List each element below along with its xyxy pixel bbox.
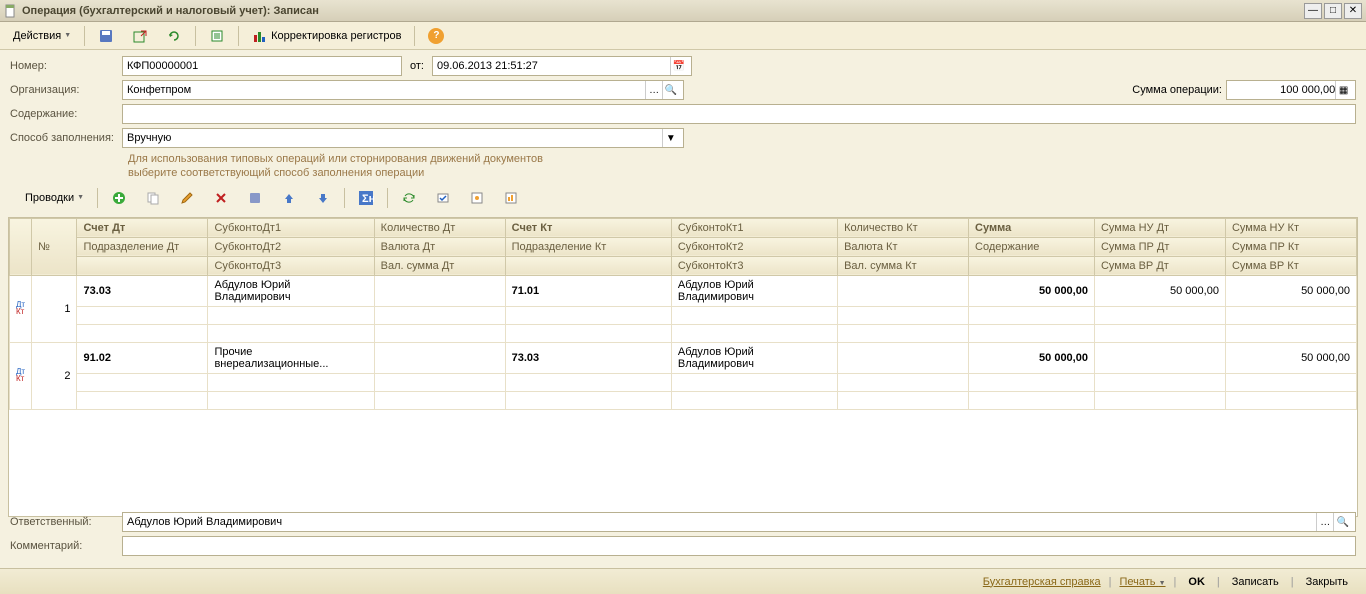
pencil-icon: [179, 190, 195, 206]
separator: [414, 26, 415, 46]
sigma-button[interactable]: Σн: [351, 187, 381, 209]
report-button[interactable]: [496, 187, 526, 209]
date-input[interactable]: 📅: [432, 56, 692, 76]
registers-label: Корректировка регистров: [271, 30, 401, 42]
report-icon: [503, 190, 519, 206]
dtkt-icon: ДтКт: [16, 368, 34, 382]
org-label: Организация:: [10, 84, 118, 96]
entries-table[interactable]: № Счет Дт СубконтоДт1 Количество Дт Счет…: [8, 217, 1358, 517]
separator: [238, 26, 239, 46]
resp-label: Ответственный:: [10, 516, 118, 528]
search-icon[interactable]: 🔍: [1333, 513, 1351, 531]
search-icon[interactable]: 🔍: [662, 81, 679, 99]
table-row[interactable]: ДтКт 1 73.03 Абдулов Юрий Владимирович 7…: [10, 275, 1357, 306]
content-input[interactable]: [122, 104, 1356, 124]
titlebar: Операция (бухгалтерский и налоговый учет…: [0, 0, 1366, 22]
document-icon: [4, 4, 18, 18]
fill-hint: Для использования типовых операций или с…: [128, 152, 1356, 181]
edit-button[interactable]: [172, 187, 202, 209]
form-area: Номер: от: 📅 Организация: …🔍 Сумма опера…: [0, 50, 1366, 217]
org-input[interactable]: …🔍: [122, 80, 684, 100]
bottom-form: Ответственный: …🔍 Комментарий:: [0, 506, 1366, 566]
resp-input[interactable]: …🔍: [122, 512, 1356, 532]
registers-button[interactable]: Корректировка регистров: [245, 25, 408, 47]
comment-input[interactable]: [122, 536, 1356, 556]
delete-icon: [213, 190, 229, 206]
check-button[interactable]: [428, 187, 458, 209]
comment-label: Комментарий:: [10, 540, 118, 552]
arrow-up-icon: [281, 190, 297, 206]
sum-label: Сумма операции:: [1132, 84, 1222, 96]
disk-icon: [247, 190, 263, 206]
check-icon: [435, 190, 451, 206]
refresh-icon: [166, 28, 182, 44]
close-button[interactable]: Закрыть: [1298, 574, 1356, 590]
ok-button[interactable]: OK: [1180, 574, 1213, 590]
table-row[interactable]: [10, 306, 1357, 324]
close-button[interactable]: ✕: [1344, 3, 1362, 19]
select-icon[interactable]: …: [1316, 513, 1334, 531]
calendar-icon[interactable]: 📅: [670, 57, 687, 75]
add-button[interactable]: [104, 187, 134, 209]
export-icon: [132, 28, 148, 44]
delete-button[interactable]: [206, 187, 236, 209]
select-icon[interactable]: …: [645, 81, 662, 99]
table-row[interactable]: [10, 324, 1357, 342]
print-button[interactable]: Печать ▼: [1115, 576, 1169, 588]
registers-icon: [252, 28, 268, 44]
table-row[interactable]: [10, 373, 1357, 391]
minimize-button[interactable]: —: [1304, 3, 1322, 19]
gear-icon: [469, 190, 485, 206]
calc-icon[interactable]: ▦: [1335, 81, 1351, 99]
dtkt-icon: ДтКт: [16, 301, 34, 315]
export-toolbar-button[interactable]: [125, 25, 155, 47]
separator: [195, 26, 196, 46]
entries-toolbar: Проводки▼ Σн: [10, 185, 1356, 211]
from-label: от:: [410, 60, 424, 72]
help-icon: ?: [428, 28, 444, 44]
entries-button[interactable]: Проводки▼: [18, 189, 91, 207]
fill-select[interactable]: ▼: [122, 128, 684, 148]
fill-label: Способ заполнения:: [10, 132, 118, 144]
refresh-toolbar-button[interactable]: [159, 25, 189, 47]
copy-icon: [145, 190, 161, 206]
actions-button[interactable]: Действия ▼: [6, 27, 78, 45]
maximize-button[interactable]: □: [1324, 3, 1342, 19]
arrow-down-icon: [315, 190, 331, 206]
sum-input[interactable]: ▦: [1226, 80, 1356, 100]
save-icon: [98, 28, 114, 44]
number-label: Номер:: [10, 60, 118, 72]
chevron-down-icon[interactable]: ▼: [662, 129, 679, 147]
number-input[interactable]: [122, 56, 402, 76]
chevron-down-icon: ▼: [64, 32, 71, 39]
window-title: Операция (бухгалтерский и налоговый учет…: [22, 5, 1304, 17]
table-row[interactable]: [10, 391, 1357, 409]
save-toolbar-button[interactable]: [91, 25, 121, 47]
sigma-icon: Σн: [358, 190, 374, 206]
actions-label: Действия: [13, 30, 61, 42]
main-toolbar: Действия ▼ Корректировка регистров ?: [0, 22, 1366, 50]
copy-button[interactable]: [138, 187, 168, 209]
content-label: Содержание:: [10, 108, 118, 120]
sync-icon: [401, 190, 417, 206]
footer: Бухгалтерская справка | Печать ▼ | OK | …: [0, 568, 1366, 594]
list-icon: [209, 28, 225, 44]
report-link[interactable]: Бухгалтерская справка: [979, 576, 1105, 588]
disk-button[interactable]: [240, 187, 270, 209]
table-header: № Счет Дт СубконтоДт1 Количество Дт Счет…: [10, 218, 1357, 275]
table-row[interactable]: ДтКт 2 91.02 Прочие внереализационные...…: [10, 342, 1357, 373]
svg-text:Σн: Σн: [362, 193, 374, 205]
sync-button[interactable]: [394, 187, 424, 209]
help-button[interactable]: ?: [421, 25, 451, 47]
window-controls: — □ ✕: [1304, 3, 1362, 19]
settings-button[interactable]: [462, 187, 492, 209]
plus-icon: [111, 190, 127, 206]
list-toolbar-button[interactable]: [202, 25, 232, 47]
chevron-down-icon: ▼: [77, 194, 84, 201]
save-button[interactable]: Записать: [1224, 574, 1287, 590]
down-button[interactable]: [308, 187, 338, 209]
up-button[interactable]: [274, 187, 304, 209]
separator: [84, 26, 85, 46]
